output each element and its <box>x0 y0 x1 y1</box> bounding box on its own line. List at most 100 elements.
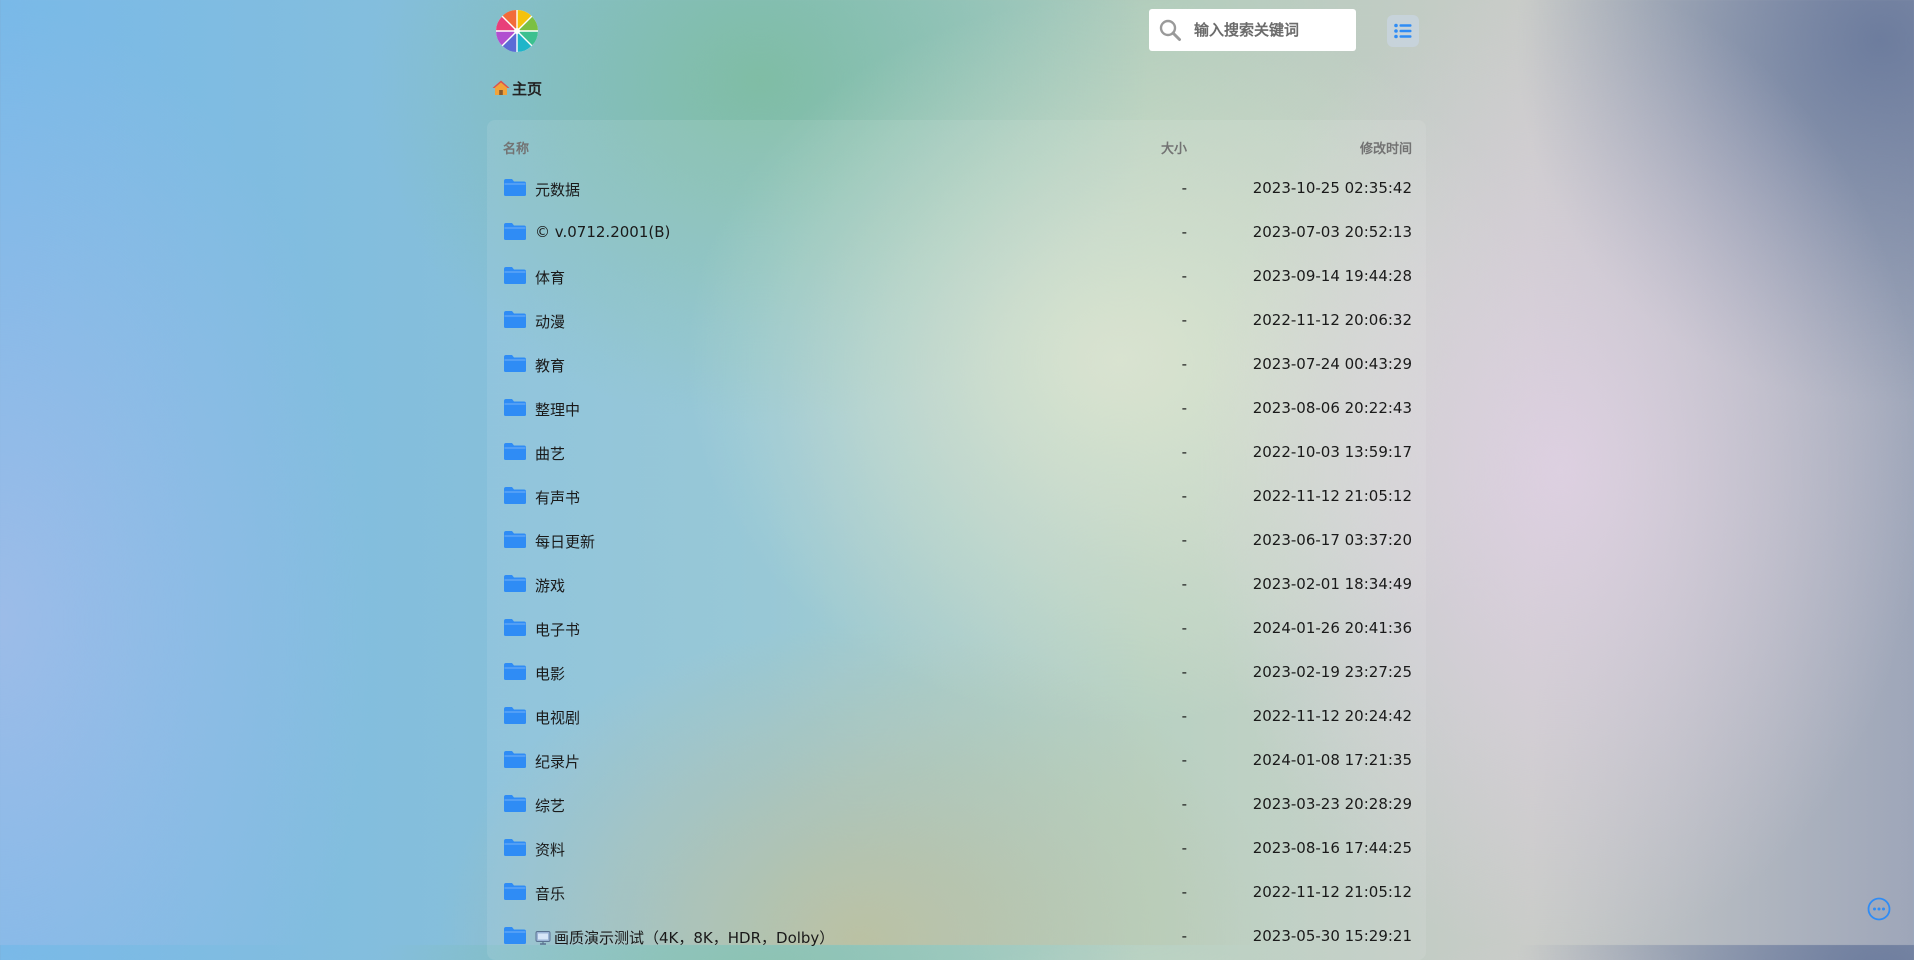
table-row[interactable]: 电视剧 - 2022-11-12 20:24:42 <box>503 695 1412 739</box>
file-name-link[interactable]: 动漫 <box>535 311 565 332</box>
table-row[interactable]: 教育 - 2023-07-24 00:43:29 <box>503 343 1412 387</box>
table-row[interactable]: 综艺 - 2023-03-23 20:28:29 <box>503 783 1412 827</box>
file-name-text: 整理中 <box>535 401 581 419</box>
more-options-icon <box>1867 897 1891 921</box>
file-name-link[interactable]: 纪录片 <box>535 751 580 772</box>
file-modified-time: 2023-07-24 00:43:29 <box>1252 355 1412 373</box>
file-modified-time: 2023-02-19 23:27:25 <box>1252 663 1412 681</box>
file-modified-time: 2023-02-01 18:34:49 <box>1252 575 1412 593</box>
file-modified-time: 2022-11-12 20:06:32 <box>1252 311 1412 329</box>
file-name-text: 电视剧 <box>535 709 581 727</box>
file-name-text: 游戏 <box>535 577 566 595</box>
tv-emoji-icon <box>535 929 554 947</box>
table-row[interactable]: 元数据 - 2023-10-25 02:35:42 <box>503 167 1412 211</box>
search-input[interactable] <box>1194 21 1344 39</box>
folder-icon <box>503 266 527 285</box>
file-modified-time: 2023-07-03 20:52:13 <box>1252 223 1412 241</box>
file-name-text: 有声书 <box>535 489 581 507</box>
file-name-link[interactable]: 有声书 <box>535 487 580 508</box>
breadcrumb[interactable]: 主页 <box>492 77 542 99</box>
table-row[interactable]: 画质演示测试（4K，8K，HDR，Dolby） - 2023-05-30 15:29… <box>503 915 1412 959</box>
folder-icon <box>503 882 527 901</box>
table-row[interactable]: 纪录片 - 2024-01-08 17:21:35 <box>503 739 1412 783</box>
file-size: - <box>1181 795 1187 813</box>
file-name-text: 电子书 <box>535 621 581 639</box>
file-name-link[interactable]: 游戏 <box>535 575 565 596</box>
file-size: - <box>1181 751 1187 769</box>
file-name-text: 每日更新 <box>535 533 596 551</box>
file-name-link[interactable]: 电视剧 <box>535 707 580 728</box>
table-row[interactable]: © v.0712.2001(B) - 2023-07-03 20:52:13 <box>503 211 1412 255</box>
file-modified-time: 2023-09-14 19:44:28 <box>1252 267 1412 285</box>
file-name-link[interactable]: 教育 <box>535 355 565 376</box>
search-box[interactable] <box>1149 9 1356 51</box>
file-name-link[interactable]: 曲艺 <box>535 443 565 464</box>
table-row[interactable]: 音乐 - 2022-11-12 21:05:12 <box>503 871 1412 915</box>
file-name-link[interactable]: 体育 <box>535 267 565 288</box>
table-row[interactable]: 动漫 - 2022-11-12 20:06:32 <box>503 299 1412 343</box>
breadcrumb-home[interactable]: 主页 <box>512 78 542 99</box>
file-name-link[interactable]: 整理中 <box>535 399 580 420</box>
file-modified-time: 2022-10-03 13:59:17 <box>1252 443 1412 461</box>
table-row[interactable]: 电子书 - 2024-01-26 20:41:36 <box>503 607 1412 651</box>
file-name-text: 综艺 <box>535 797 566 815</box>
file-modified-time: 2024-01-08 17:21:35 <box>1252 751 1412 769</box>
file-list: 元数据 - 2023-10-25 02:35:42 © v.0712.2001(B) -… <box>503 167 1412 959</box>
file-modified-time: 2023-03-23 20:28:29 <box>1252 795 1412 813</box>
file-size: - <box>1181 927 1187 945</box>
logo[interactable] <box>495 9 539 53</box>
table-row[interactable]: 游戏 - 2023-02-01 18:34:49 <box>503 563 1412 607</box>
file-name-text: 资料 <box>535 841 566 859</box>
table-row[interactable]: 每日更新 - 2023-06-17 03:37:20 <box>503 519 1412 563</box>
file-name-link[interactable]: 元数据 <box>535 179 580 200</box>
folder-icon <box>503 398 527 417</box>
file-name-text: 体育 <box>535 269 566 287</box>
file-name-link[interactable]: 综艺 <box>535 795 565 816</box>
folder-icon <box>503 838 527 857</box>
folder-icon <box>503 706 527 725</box>
folder-icon <box>503 794 527 813</box>
file-name-link[interactable]: © v.0712.2001(B) <box>535 223 670 241</box>
list-view-icon <box>1394 23 1412 39</box>
file-size: - <box>1181 883 1187 901</box>
file-size: - <box>1181 707 1187 725</box>
table-row[interactable]: 资料 - 2023-08-16 17:44:25 <box>503 827 1412 871</box>
file-modified-time: 2023-10-25 02:35:42 <box>1252 179 1412 197</box>
table-row[interactable]: 电影 - 2023-02-19 23:27:25 <box>503 651 1412 695</box>
file-size: - <box>1181 311 1187 329</box>
table-row[interactable]: 体育 - 2023-09-14 19:44:28 <box>503 255 1412 299</box>
file-name-text: 动漫 <box>535 313 566 331</box>
search-icon <box>1158 18 1182 42</box>
file-modified-time: 2023-06-17 03:37:20 <box>1252 531 1412 549</box>
column-size-header[interactable]: 大小 <box>1083 138 1187 157</box>
folder-icon <box>503 574 527 593</box>
file-size: - <box>1181 487 1187 505</box>
file-size: - <box>1181 619 1187 637</box>
file-name-link[interactable]: 音乐 <box>535 883 565 904</box>
table-row[interactable]: 整理中 - 2023-08-06 20:22:43 <box>503 387 1412 431</box>
file-name-text: 画质演示测试（4K，8K，HDR，Dolby） <box>554 929 835 947</box>
file-name-text: 电影 <box>535 665 566 683</box>
folder-icon <box>503 486 527 505</box>
file-modified-time: 2022-11-12 20:24:42 <box>1252 707 1412 725</box>
file-name-text: 曲艺 <box>535 445 566 463</box>
folder-icon <box>503 442 527 461</box>
color-wheel-logo-icon <box>496 10 538 52</box>
file-name-link[interactable]: 每日更新 <box>535 531 595 552</box>
file-modified-time: 2022-11-12 21:05:12 <box>1252 883 1412 901</box>
file-size: - <box>1181 179 1187 197</box>
file-name-link[interactable]: 电影 <box>535 663 565 684</box>
file-size: - <box>1181 531 1187 549</box>
column-modified-header[interactable]: 修改时间 <box>1360 138 1412 157</box>
file-name-text: © v.0712.2001(B) <box>535 223 671 241</box>
folder-icon <box>503 222 527 241</box>
file-name-link[interactable]: 电子书 <box>535 619 580 640</box>
more-options-button[interactable] <box>1867 897 1891 921</box>
file-name-text: 音乐 <box>535 885 566 903</box>
table-row[interactable]: 曲艺 - 2022-10-03 13:59:17 <box>503 431 1412 475</box>
table-row[interactable]: 有声书 - 2022-11-12 21:05:12 <box>503 475 1412 519</box>
file-name-link[interactable]: 资料 <box>535 839 565 860</box>
list-view-button[interactable] <box>1387 15 1419 47</box>
column-name-header[interactable]: 名称 <box>503 138 529 157</box>
file-modified-time: 2024-01-26 20:41:36 <box>1252 619 1412 637</box>
